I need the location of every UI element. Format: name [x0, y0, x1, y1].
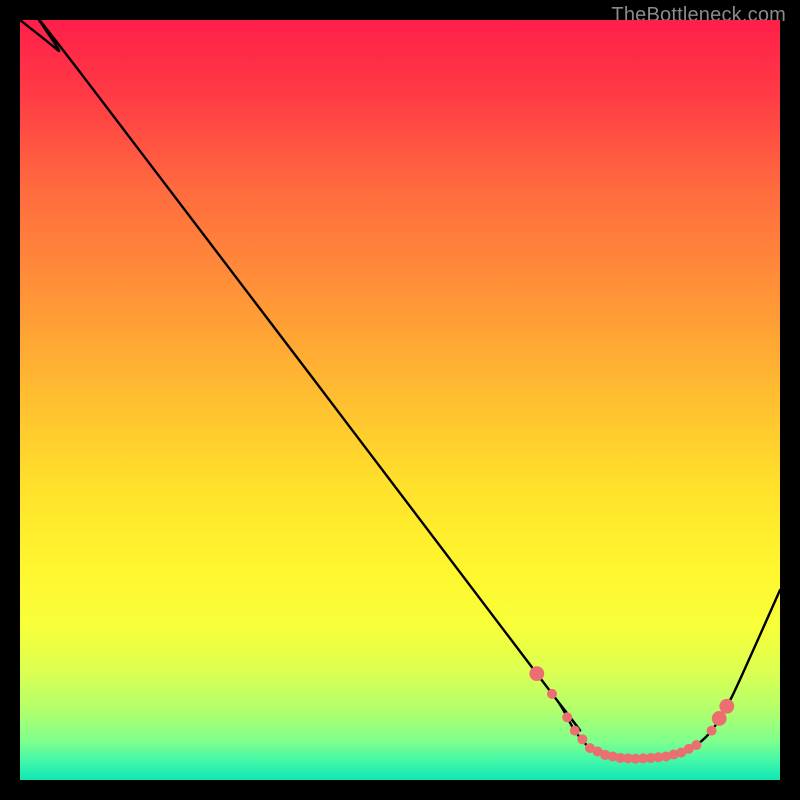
curve-marker: [547, 689, 557, 699]
curve-marker: [577, 734, 587, 744]
chart-gradient-background: [20, 20, 780, 780]
curve-marker: [570, 726, 580, 736]
curve-marker: [707, 726, 717, 736]
bottleneck-chart: [20, 20, 780, 780]
curve-marker: [529, 666, 544, 681]
curve-marker: [719, 699, 734, 714]
curve-marker: [691, 740, 701, 750]
curve-marker: [562, 712, 572, 722]
chart-frame: TheBottleneck.com: [20, 20, 780, 780]
